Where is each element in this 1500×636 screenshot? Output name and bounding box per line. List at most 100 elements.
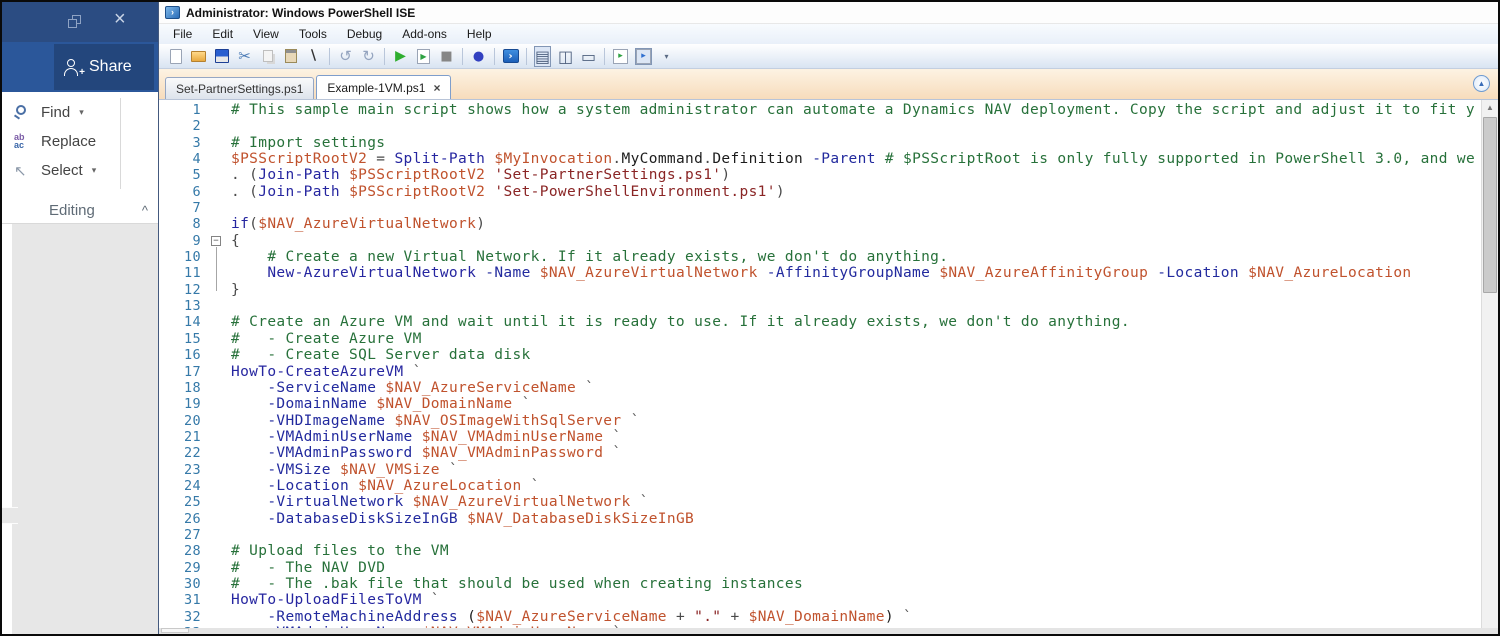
code-text xyxy=(231,527,1481,543)
code-line[interactable]: 9−{ xyxy=(159,233,1481,249)
fold-margin xyxy=(209,167,231,183)
code-line[interactable]: 21 -VMAdminUserName $NAV_VMAdminUserName… xyxy=(159,429,1481,445)
code-line[interactable]: 6. (Join-Path $PSScriptRootV2 'Set-Power… xyxy=(159,184,1481,200)
close-window-icon[interactable]: × xyxy=(114,9,126,29)
code-line[interactable]: 5. (Join-Path $PSScriptRootV2 'Set-Partn… xyxy=(159,167,1481,183)
start-powershell-icon[interactable]: › xyxy=(500,46,521,67)
cut-icon[interactable]: ✂ xyxy=(234,46,255,67)
replace-button[interactable]: ab ac Replace xyxy=(14,127,158,156)
code-line[interactable]: 27 xyxy=(159,527,1481,543)
redo-icon[interactable]: ↻ xyxy=(358,46,379,67)
toolbar-overflow-icon[interactable]: ▾ xyxy=(656,46,677,67)
code-fold-toggle-icon[interactable]: − xyxy=(209,233,231,249)
line-number: 32 xyxy=(159,609,209,625)
stop-operation-icon[interactable]: ■ xyxy=(436,46,457,67)
code-line[interactable]: 2 xyxy=(159,118,1481,134)
scrollbar-thumb[interactable] xyxy=(1483,117,1497,293)
powershell-ise-window: › Administrator: Windows PowerShell ISE … xyxy=(158,2,1498,634)
horizontal-scrollbar-thumb[interactable] xyxy=(161,628,189,633)
code-line[interactable]: 16# - Create SQL Server data disk xyxy=(159,347,1481,363)
tab-set-partnersettings-ps1[interactable]: Set-PartnerSettings.ps1 xyxy=(165,77,314,99)
code-line[interactable]: 23 -VMSize $NAV_VMSize ` xyxy=(159,462,1481,478)
open-script-icon[interactable] xyxy=(188,46,209,67)
code-line[interactable]: 29# - The NAV DVD xyxy=(159,560,1481,576)
code-line[interactable]: 7 xyxy=(159,200,1481,216)
code-line[interactable]: 1# This sample main script shows how a s… xyxy=(159,102,1481,118)
line-number: 15 xyxy=(159,331,209,347)
code-line[interactable]: 26 -DatabaseDiskSizeInGB $NAV_DatabaseDi… xyxy=(159,511,1481,527)
code-line[interactable]: 13 xyxy=(159,298,1481,314)
menu-edit[interactable]: Edit xyxy=(202,25,243,43)
menu-file[interactable]: File xyxy=(163,25,202,43)
code-line[interactable]: 31HowTo-UploadFilesToVM ` xyxy=(159,592,1481,608)
fold-margin xyxy=(209,331,231,347)
script-pane-toggle-icon[interactable]: ▸ xyxy=(633,46,654,67)
code-line[interactable]: 24 -Location $NAV_AzureLocation ` xyxy=(159,478,1481,494)
code-text: # - The NAV DVD xyxy=(231,560,1481,576)
horizontal-scrollbar[interactable] xyxy=(159,628,1498,634)
share-button[interactable]: + Share xyxy=(54,44,154,90)
find-button[interactable]: Find ▾ xyxy=(14,98,158,127)
select-button[interactable]: ↖ Select ▾ xyxy=(14,156,158,185)
undo-icon[interactable]: ↺ xyxy=(335,46,356,67)
vertical-scrollbar[interactable]: ▲ xyxy=(1481,100,1498,628)
menu-tools[interactable]: Tools xyxy=(289,25,337,43)
code-line[interactable]: 19 -DomainName $NAV_DomainName ` xyxy=(159,396,1481,412)
code-line[interactable]: 22 -VMAdminPassword $NAV_VMAdminPassword… xyxy=(159,445,1481,461)
menu-view[interactable]: View xyxy=(243,25,289,43)
code-line[interactable]: 20 -VHDImageName $NAV_OSImageWithSqlServ… xyxy=(159,413,1481,429)
code-line[interactable]: 11 New-AzureVirtualNetwork -Name $NAV_Az… xyxy=(159,265,1481,281)
restore-window-icon[interactable] xyxy=(68,15,84,29)
line-number: 28 xyxy=(159,543,209,559)
fold-margin xyxy=(209,413,231,429)
code-line[interactable]: 14# Create an Azure VM and wait until it… xyxy=(159,314,1481,330)
scroll-up-icon[interactable]: ▲ xyxy=(1482,100,1498,115)
show-command-addon-icon[interactable]: ▸ xyxy=(610,46,631,67)
fold-margin xyxy=(209,314,231,330)
save-script-icon[interactable] xyxy=(211,46,232,67)
line-number: 2 xyxy=(159,118,209,134)
new-remote-powershell-tab-icon[interactable]: ● xyxy=(468,46,489,67)
fold-margin xyxy=(209,118,231,134)
script-editor[interactable]: 1# This sample main script shows how a s… xyxy=(159,100,1498,628)
code-text: New-AzureVirtualNetwork -Name $NAV_Azure… xyxy=(231,265,1481,281)
show-script-pane-top-icon[interactable]: ▤ xyxy=(532,46,553,67)
new-script-icon[interactable] xyxy=(165,46,186,67)
tab-example-1vm-ps1[interactable]: Example-1VM.ps1× xyxy=(316,75,451,99)
code-line[interactable]: 3# Import settings xyxy=(159,135,1481,151)
copy-icon[interactable] xyxy=(257,46,278,67)
code-line[interactable]: 18 -ServiceName $NAV_AzureServiceName ` xyxy=(159,380,1481,396)
paste-icon[interactable] xyxy=(280,46,301,67)
menu-help[interactable]: Help xyxy=(457,25,502,43)
fold-margin xyxy=(209,298,231,314)
code-text xyxy=(231,200,1481,216)
document-scroll-notch xyxy=(2,507,18,524)
code-line[interactable]: 4$PSScriptRootV2 = Split-Path $MyInvocat… xyxy=(159,151,1481,167)
clear-console-icon[interactable]: ∖ xyxy=(303,46,324,67)
line-number: 17 xyxy=(159,364,209,380)
code-line[interactable]: 25 -VirtualNetwork $NAV_AzureVirtualNetw… xyxy=(159,494,1481,510)
menu-add-ons[interactable]: Add-ons xyxy=(392,25,457,43)
plus-glyph: + xyxy=(79,67,85,78)
collapse-ribbon-icon[interactable]: ^ xyxy=(142,203,148,218)
code-line[interactable]: 30# - The .bak file that should be used … xyxy=(159,576,1481,592)
collapse-console-pane-icon[interactable]: ▲ xyxy=(1473,75,1490,92)
show-script-pane-right-icon[interactable]: ◫ xyxy=(555,46,576,67)
code-line[interactable]: 12} xyxy=(159,282,1481,298)
code-line[interactable]: 8if($NAV_AzureVirtualNetwork) xyxy=(159,216,1481,232)
code-line[interactable]: 15# - Create Azure VM xyxy=(159,331,1481,347)
fold-margin xyxy=(209,445,231,461)
code-line[interactable]: 32 -RemoteMachineAddress ($NAV_AzureServ… xyxy=(159,609,1481,625)
run-script-icon[interactable]: ▶ xyxy=(390,46,411,67)
code-line[interactable]: 17HowTo-CreateAzureVM ` xyxy=(159,364,1481,380)
run-selection-icon[interactable]: ▶ xyxy=(413,46,434,67)
line-number: 1 xyxy=(159,102,209,118)
code-line[interactable]: 28# Upload files to the VM xyxy=(159,543,1481,559)
show-script-pane-maximized-icon[interactable]: ▭ xyxy=(578,46,599,67)
tab-close-icon[interactable]: × xyxy=(433,81,440,95)
code-line[interactable]: 10 # Create a new Virtual Network. If it… xyxy=(159,249,1481,265)
fold-margin xyxy=(209,494,231,510)
chevron-down-icon: ▾ xyxy=(79,107,84,118)
menu-debug[interactable]: Debug xyxy=(337,25,392,43)
code-text: -VMSize $NAV_VMSize ` xyxy=(231,462,1481,478)
